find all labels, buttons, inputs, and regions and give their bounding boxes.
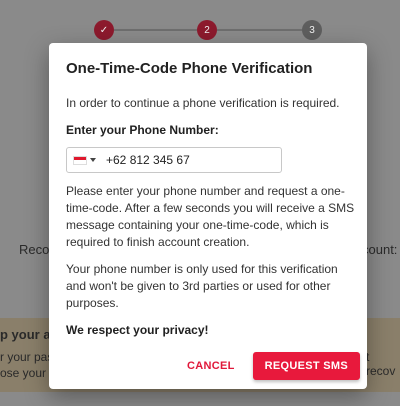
cancel-button[interactable]: CANCEL [175, 352, 247, 380]
phone-number-input[interactable] [106, 153, 266, 167]
step-3: 3 [302, 20, 322, 40]
privacy-note-text: Your phone number is only used for this … [66, 262, 338, 310]
caret-down-icon [90, 158, 96, 162]
privacy-respect-text: We respect your privacy! [66, 323, 209, 337]
stepper-line [217, 29, 302, 31]
indonesia-flag-icon [73, 155, 87, 165]
country-code-selector[interactable] [67, 148, 96, 172]
dialog-actions: CANCEL REQUEST SMS [175, 352, 360, 380]
step-1-checkmark-icon: ✓ [94, 20, 114, 40]
background-text-right: count: [362, 242, 398, 257]
background-text-left: Reco [19, 242, 50, 257]
dialog-instructions-text: Please enter your phone number and reque… [66, 184, 355, 249]
dialog-title: One-Time-Code Phone Verification [66, 60, 313, 77]
stepper-line [114, 29, 197, 31]
dialog-intro-text: In order to continue a phone verificatio… [66, 96, 340, 110]
progress-stepper: ✓ 2 3 [0, 16, 400, 44]
request-sms-button[interactable]: REQUEST SMS [252, 352, 360, 380]
background-warning-line-right: t recov [366, 350, 396, 378]
phone-number-field [66, 147, 282, 173]
phone-verification-dialog: One-Time-Code Phone Verification In orde… [49, 43, 367, 389]
step-2: 2 [197, 20, 217, 40]
phone-number-label: Enter your Phone Number: [66, 123, 219, 137]
